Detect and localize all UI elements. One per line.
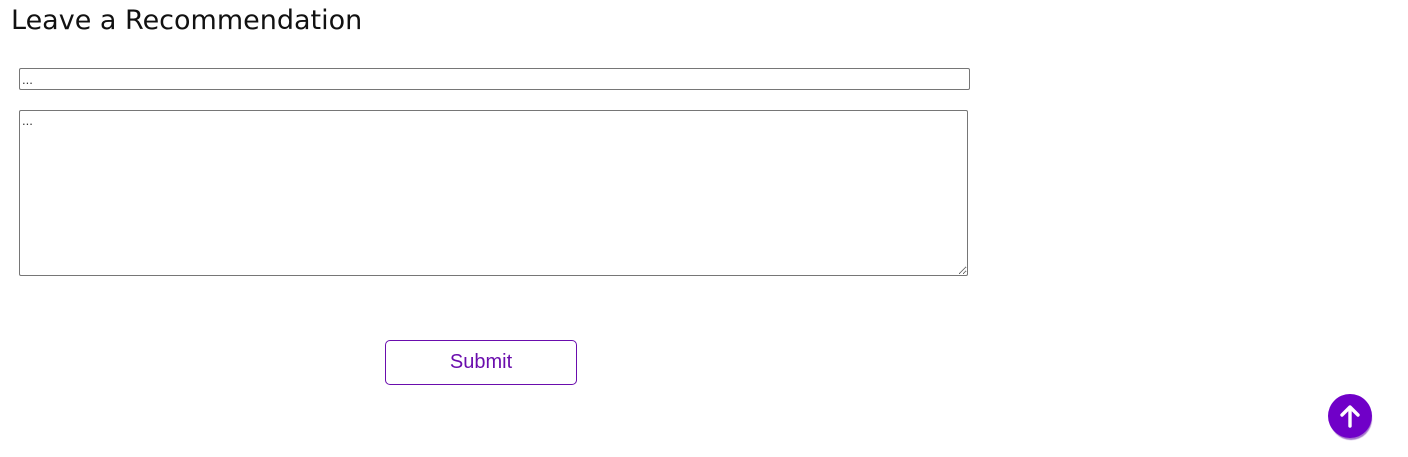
arrow-up-icon (1336, 402, 1364, 430)
page-title: Leave a Recommendation (11, 5, 363, 36)
name-input[interactable] (19, 68, 970, 90)
message-textarea[interactable] (19, 110, 968, 276)
submit-button[interactable]: Submit (385, 340, 577, 385)
scroll-to-top-button[interactable] (1328, 394, 1372, 438)
